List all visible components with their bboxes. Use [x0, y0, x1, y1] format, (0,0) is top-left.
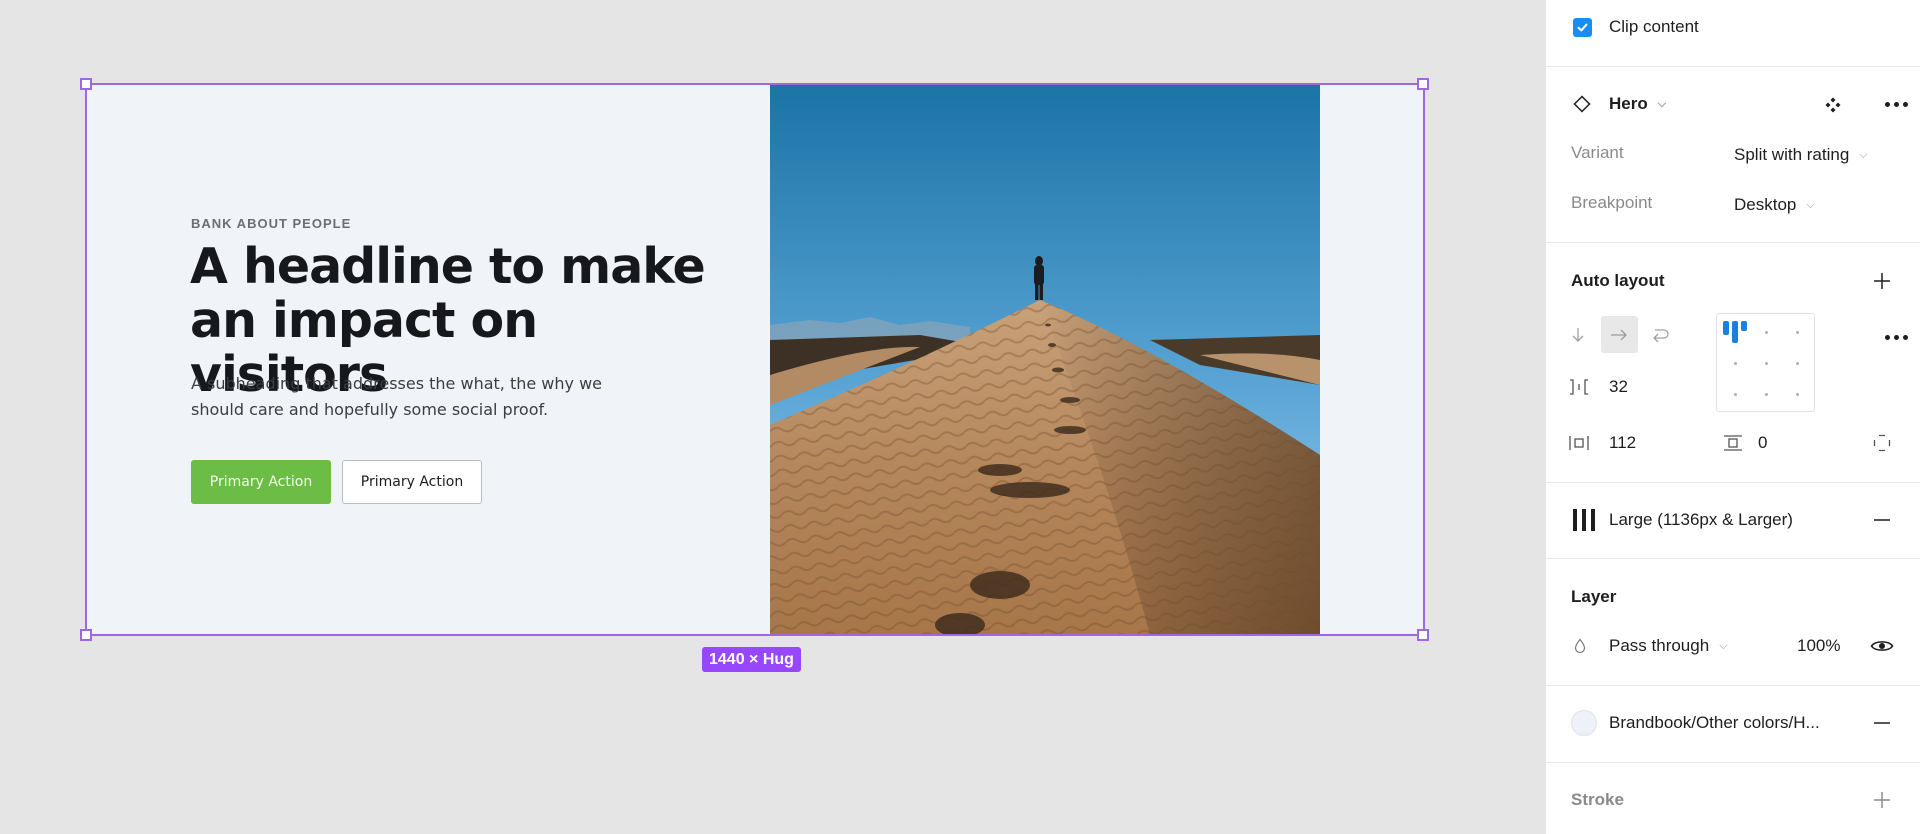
alignment-dot[interactable] [1765, 331, 1768, 334]
design-canvas[interactable]: BANK ABOUT PEOPLE A headline to make an … [0, 0, 1545, 834]
alignment-dot[interactable] [1734, 362, 1737, 365]
alignment-dot[interactable] [1765, 393, 1768, 396]
alignment-top-left-icon [1723, 321, 1747, 343]
chevron-down-icon: ⌵ [1806, 199, 1815, 212]
gap-input[interactable]: 32 [1609, 377, 1628, 397]
divider [1546, 482, 1920, 483]
resize-handle-bottom-left[interactable] [80, 629, 92, 641]
layout-grid-label[interactable]: Large (1136px & Larger) [1609, 510, 1793, 530]
breakpoint-label: Breakpoint [1571, 193, 1653, 212]
properties-panel: Clip content Hero ⌵ Variant Split with ra… [1545, 0, 1920, 834]
vertical-padding-icon [1722, 433, 1744, 453]
breakpoint-value: Desktop [1734, 195, 1797, 214]
hero-eyebrow: BANK ABOUT PEOPLE [191, 216, 352, 231]
desert-dune-photo [770, 85, 1320, 635]
blend-mode-dropdown[interactable]: Pass through ⌵ [1609, 636, 1728, 656]
blend-mode-drop-icon [1571, 636, 1589, 656]
add-auto-layout-icon[interactable] [1871, 270, 1893, 292]
divider [1546, 762, 1920, 763]
checkmark-icon [1577, 23, 1588, 32]
auto-layout-more-icon[interactable] [1883, 330, 1909, 344]
direction-vertical-icon[interactable] [1568, 325, 1588, 345]
blend-mode-value: Pass through [1609, 636, 1710, 655]
clip-content-checkbox[interactable] [1573, 18, 1592, 37]
alignment-dot[interactable] [1796, 393, 1799, 396]
primary-action-button[interactable]: Primary Action [191, 460, 331, 504]
horizontal-padding-input[interactable]: 112 [1609, 433, 1636, 453]
component-instance-icon [1571, 93, 1593, 115]
variant-value: Split with rating [1734, 145, 1850, 164]
divider [1546, 242, 1920, 243]
chevron-down-icon: ⌵ [1719, 640, 1728, 653]
secondary-action-button[interactable]: Primary Action [342, 460, 482, 504]
alignment-dot[interactable] [1734, 393, 1737, 396]
component-name: Hero [1609, 94, 1648, 113]
component-name-dropdown[interactable]: Hero ⌵ [1609, 94, 1666, 114]
go-to-main-component-icon[interactable] [1823, 95, 1843, 115]
auto-layout-title: Auto layout [1571, 271, 1665, 290]
divider [1546, 66, 1920, 67]
divider [1546, 685, 1920, 686]
variant-label: Variant [1571, 143, 1624, 162]
fill-style-label[interactable]: Brandbook/Other colors/H... [1609, 713, 1820, 733]
visibility-eye-icon[interactable] [1869, 635, 1895, 657]
independent-padding-icon[interactable] [1871, 433, 1893, 453]
horizontal-padding-icon [1568, 433, 1590, 453]
hero-subheading: A subheading that addresses the what, th… [191, 374, 603, 419]
gap-icon [1568, 377, 1590, 397]
layout-grid-columns-icon[interactable] [1571, 507, 1597, 533]
alignment-dot[interactable] [1796, 331, 1799, 334]
alignment-grid[interactable] [1716, 313, 1815, 412]
chevron-down-icon: ⌵ [1859, 149, 1868, 162]
divider [1546, 558, 1920, 559]
more-options-icon[interactable] [1883, 97, 1909, 111]
remove-layout-grid-icon[interactable] [1871, 509, 1893, 531]
direction-horizontal-icon [1609, 325, 1629, 345]
frame-size-badge: 1440 × Hug [702, 647, 801, 672]
remove-fill-icon[interactable] [1871, 712, 1893, 734]
resize-handle-bottom-right[interactable] [1417, 629, 1429, 641]
stroke-title: Stroke [1571, 790, 1624, 809]
alignment-dot[interactable] [1796, 362, 1799, 365]
add-stroke-icon[interactable] [1871, 789, 1893, 811]
hero-image [770, 85, 1320, 635]
fill-color-swatch[interactable] [1571, 710, 1597, 736]
direction-wrap-icon[interactable] [1650, 325, 1670, 345]
alignment-dot[interactable] [1765, 362, 1768, 365]
layer-title: Layer [1571, 587, 1617, 606]
clip-content-label: Clip content [1609, 17, 1699, 36]
resize-handle-top-left[interactable] [80, 78, 92, 90]
resize-handle-top-right[interactable] [1417, 78, 1429, 90]
breakpoint-dropdown[interactable]: Desktop ⌵ [1734, 195, 1815, 215]
variant-dropdown[interactable]: Split with rating ⌵ [1734, 145, 1868, 165]
layer-opacity-input[interactable]: 100% [1797, 636, 1840, 656]
chevron-down-icon: ⌵ [1657, 98, 1667, 111]
vertical-padding-input[interactable]: 0 [1758, 433, 1767, 453]
